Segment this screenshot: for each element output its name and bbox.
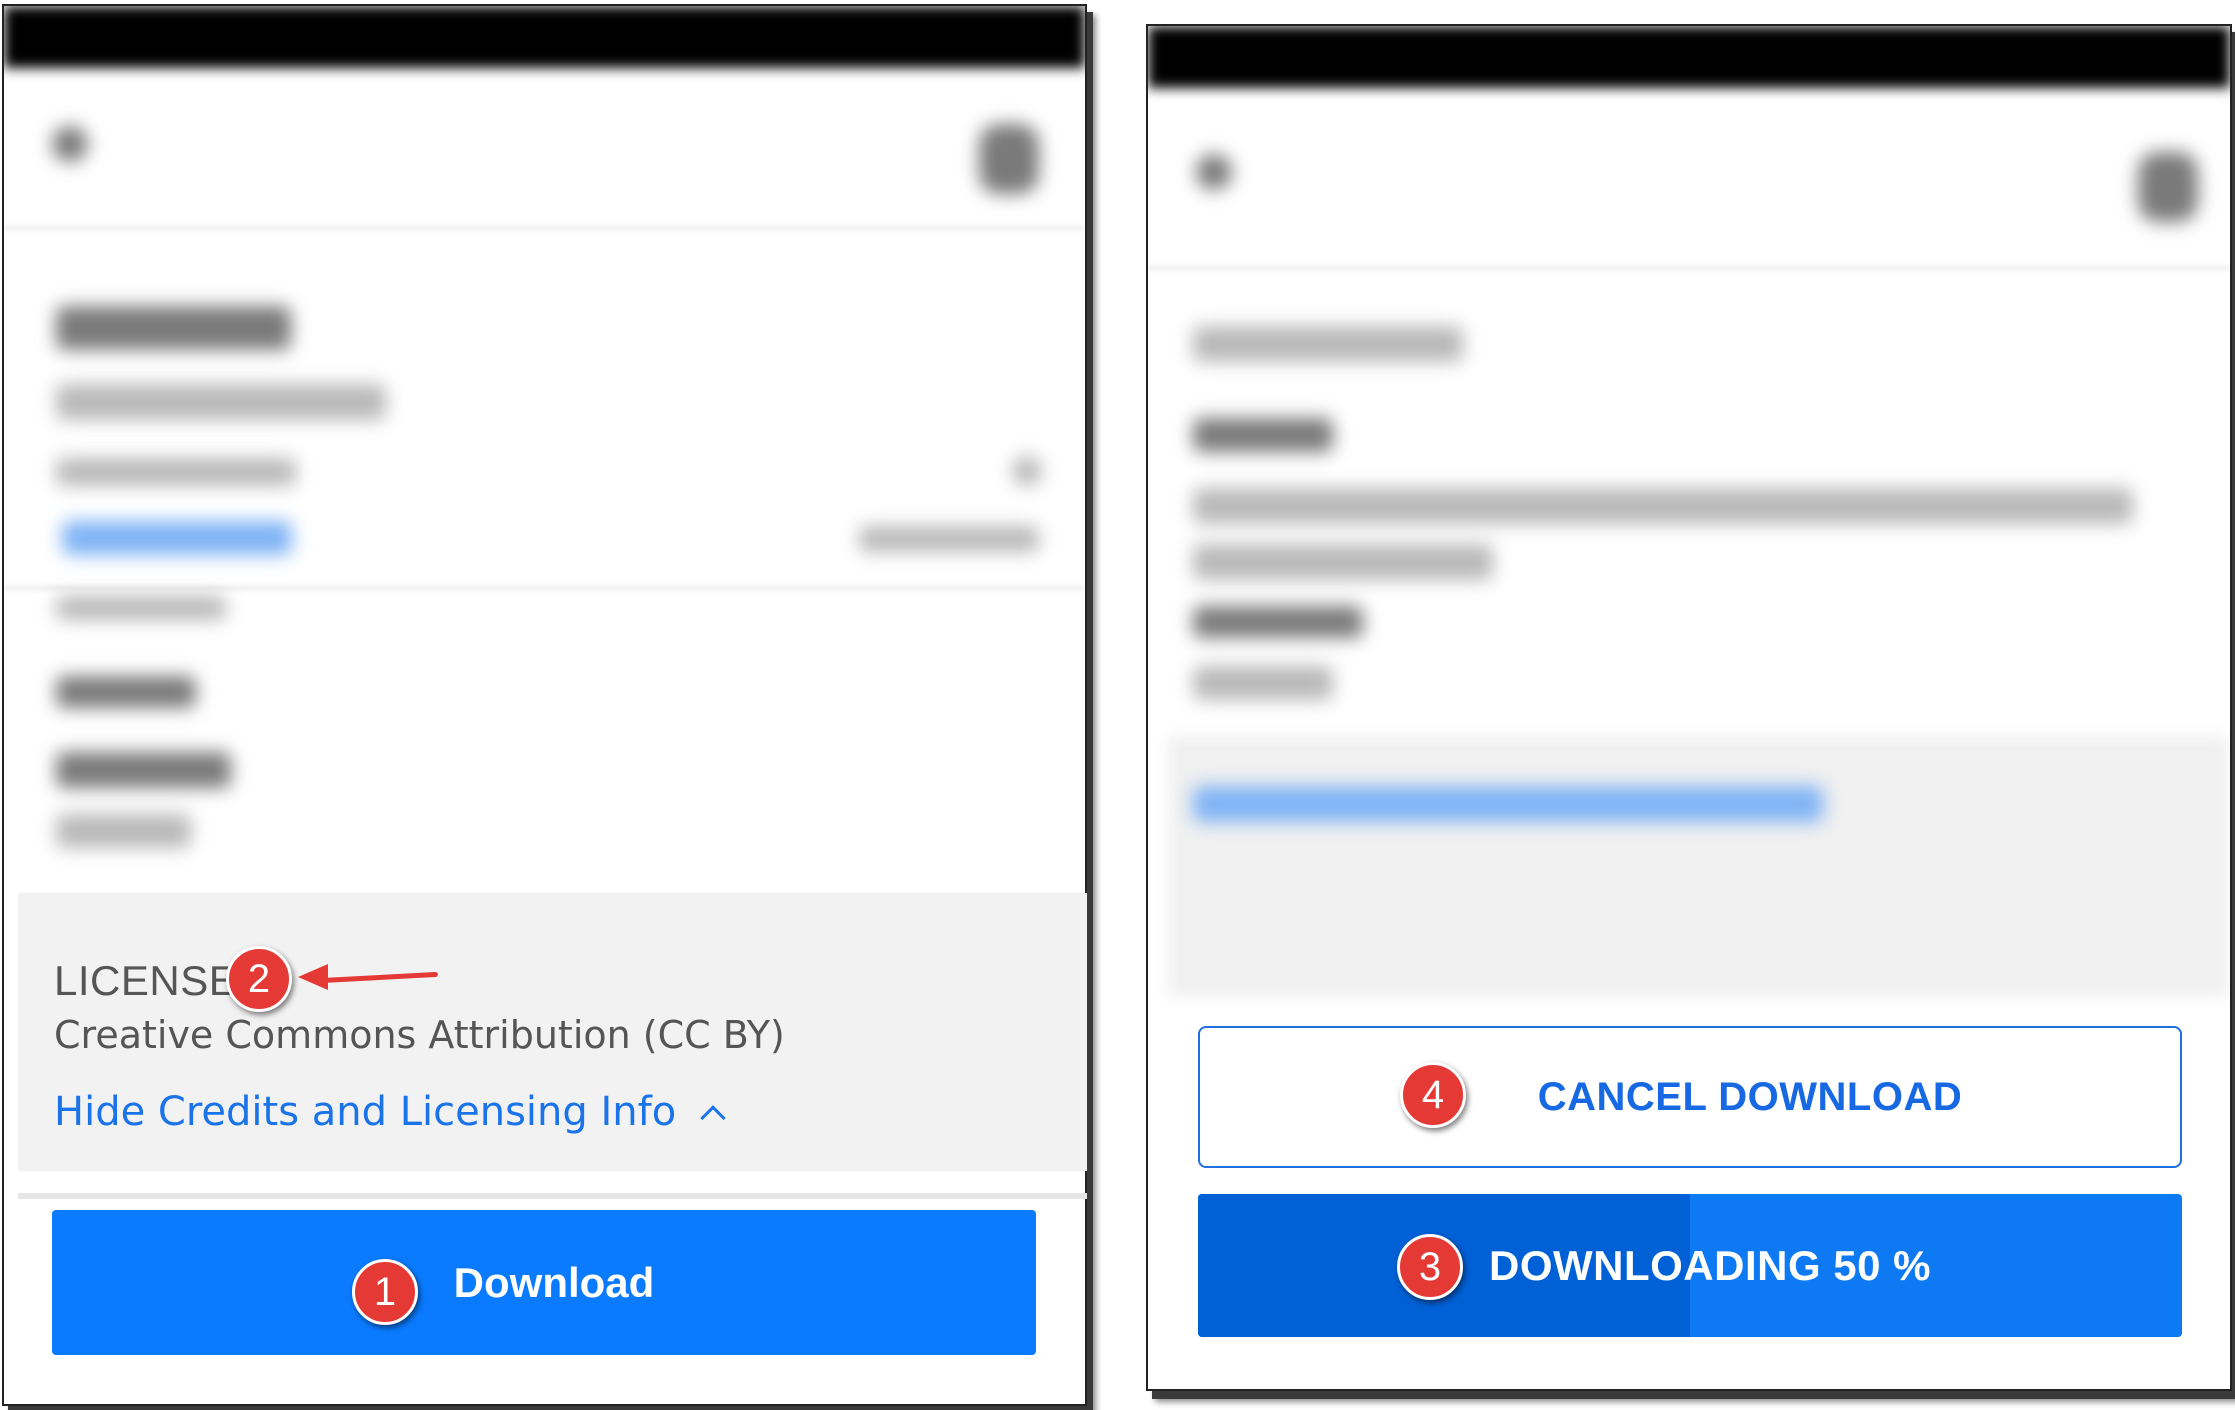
resource-field-3 (56, 752, 231, 788)
back-arrow-icon[interactable] (52, 126, 88, 162)
expand-icon[interactable] (1012, 456, 1042, 486)
right-phone-screen (1146, 24, 2232, 1391)
resource-field-1 (1193, 326, 1463, 362)
status-bar (1148, 26, 2230, 88)
status-bar (4, 6, 1085, 68)
credits-panel (1168, 736, 2228, 996)
header-divider (1148, 266, 2230, 270)
license-panel: LICENSE Creative Commons Attribution (CC… (18, 893, 1087, 1171)
resource-field-4 (1193, 544, 1493, 580)
rating-stars (62, 521, 292, 555)
resource-author (56, 384, 386, 420)
chevron-up-icon (700, 1105, 726, 1131)
license-heading: LICENSE (54, 957, 238, 1004)
annotation-badge-4: 4 (1400, 1062, 1466, 1128)
resource-meta (56, 458, 296, 486)
annotation-arrow-head (298, 964, 328, 990)
download-button[interactable]: Download (52, 1210, 1036, 1355)
downloading-progress-button: DOWNLOADING 50 % (1198, 1194, 2182, 1337)
resource-field-1 (56, 596, 226, 620)
annotation-badge-1: 1 (352, 1259, 418, 1325)
downloading-progress-label: DOWNLOADING 50 % (1488, 1241, 1932, 1289)
resource-field-4 (56, 814, 191, 848)
show-credits-link[interactable] (1193, 786, 1823, 822)
resource-field-5 (1193, 606, 1363, 638)
cancel-download-label: CANCEL DOWNLOAD (1537, 1074, 1963, 1119)
rating-count (859, 526, 1039, 552)
license-value: Creative Commons Attribution (CC BY) (54, 1013, 785, 1057)
share-icon[interactable] (979, 124, 1039, 194)
resource-field-2 (56, 676, 196, 708)
share-icon[interactable] (2138, 152, 2198, 222)
annotation-badge-3: 3 (1397, 1234, 1463, 1300)
header-divider (4, 226, 1085, 230)
resource-title (56, 306, 291, 350)
info-divider (4, 586, 1085, 590)
panel-divider (18, 1193, 1087, 1199)
resource-field-6 (1193, 666, 1333, 700)
resource-field-3 (1193, 488, 2133, 524)
back-arrow-icon[interactable] (1196, 154, 1232, 190)
download-button-label: Download (453, 1258, 655, 1306)
resource-field-2 (1193, 418, 1333, 452)
hide-credits-link[interactable]: Hide Credits and Licensing Info (54, 1089, 726, 1135)
annotation-badge-2: 2 (226, 946, 292, 1012)
cancel-download-button[interactable]: CANCEL DOWNLOAD (1198, 1026, 2182, 1168)
hide-credits-label: Hide Credits and Licensing Info (54, 1089, 677, 1135)
